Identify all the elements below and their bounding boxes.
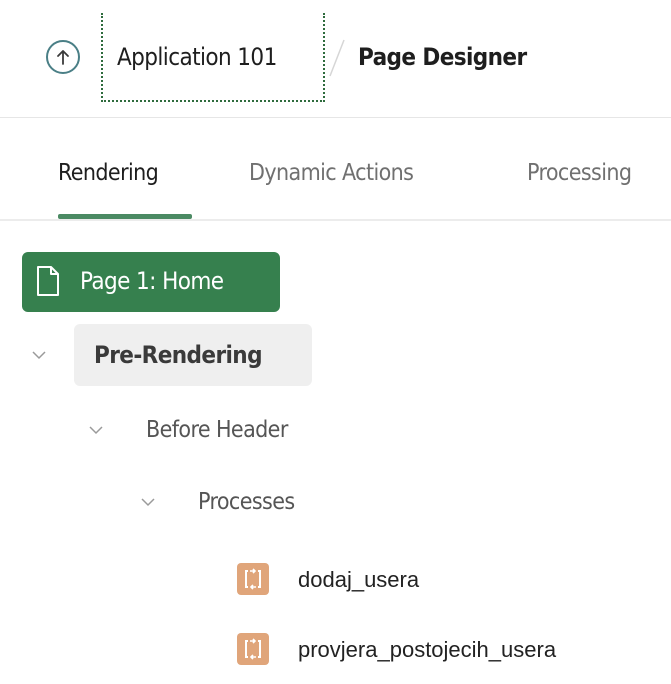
process-icon [237, 563, 269, 595]
page-title: Page Designer [358, 43, 527, 71]
tabs-divider [0, 219, 671, 221]
tree-node-page-label: Page 1: Home [80, 267, 224, 295]
chevron-down-icon[interactable] [31, 350, 47, 360]
chevron-down-icon[interactable] [88, 425, 104, 435]
tree-node-processes[interactable]: Processes [198, 489, 295, 515]
chevron-down-icon[interactable] [140, 497, 156, 507]
arrow-up-icon [57, 50, 69, 65]
process-icon [237, 633, 269, 665]
tree-node-process-provjera-postojecih-usera[interactable]: provjera_postojecih_usera [298, 637, 556, 663]
tree-node-page[interactable]: Page 1: Home [22, 252, 280, 312]
page-icon [37, 266, 59, 296]
tree-node-pre-rendering-label: Pre-Rendering [94, 341, 263, 369]
tab-dynamic-actions[interactable]: Dynamic Actions [249, 160, 414, 186]
tab-rendering[interactable]: Rendering [58, 160, 159, 186]
tree-node-before-header[interactable]: Before Header [146, 417, 288, 443]
tree-node-process-dodaj-usera[interactable]: dodaj_usera [298, 567, 419, 593]
header-divider [0, 117, 671, 118]
tab-processing[interactable]: Processing [527, 160, 632, 186]
up-button[interactable] [46, 40, 80, 74]
breadcrumb-separator-icon [329, 39, 345, 77]
header-bar: Application 101 Page Designer [0, 0, 671, 118]
breadcrumb-application[interactable]: Application 101 [117, 43, 277, 71]
